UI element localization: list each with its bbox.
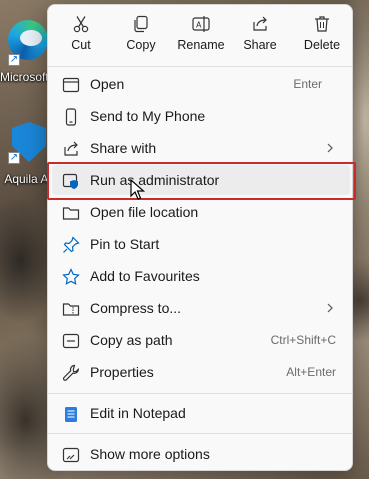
- trash-icon: [315, 16, 329, 32]
- copy-button[interactable]: Copy: [115, 11, 167, 61]
- menu-item-label: Show more options: [90, 446, 210, 462]
- context-menu-toolbar: Cut Copy A Rename Share Delete: [48, 5, 352, 61]
- menu-item-label: Open: [90, 76, 125, 92]
- menu-item-properties[interactable]: Properties Alt+Enter: [52, 357, 350, 387]
- menu-item-shortcut: Ctrl+Shift+C: [270, 333, 336, 347]
- scissors-icon: [73, 16, 89, 33]
- menu-item-label: Properties: [90, 364, 154, 380]
- copy-icon: [134, 15, 148, 33]
- open-icon: [62, 77, 80, 93]
- divider: [48, 433, 352, 434]
- pin-icon: [63, 236, 80, 253]
- menu-item-share-with[interactable]: Share with: [52, 133, 350, 163]
- delete-label: Delete: [303, 38, 341, 52]
- mouse-cursor-icon: [130, 179, 146, 200]
- share-label: Share: [243, 38, 277, 52]
- divider: [48, 66, 352, 67]
- share-with-icon: [64, 141, 78, 156]
- delete-button[interactable]: Delete: [296, 11, 348, 61]
- menu-item-show-more-options[interactable]: Show more options: [52, 439, 350, 469]
- chevron-right-icon: [327, 143, 333, 153]
- more-options-icon: [62, 447, 80, 463]
- chevron-right-icon: [327, 303, 333, 313]
- menu-item-label: Add to Favourites: [90, 268, 200, 284]
- menu-item-label: Pin to Start: [90, 236, 160, 252]
- menu-item-send-to-phone[interactable]: Send to My Phone: [52, 101, 350, 131]
- menu-item-open-file-location[interactable]: Open file location: [52, 197, 350, 227]
- cut-button[interactable]: Cut: [55, 11, 107, 61]
- wrench-icon: [62, 364, 79, 381]
- divider: [48, 393, 352, 394]
- rename-button[interactable]: A Rename: [175, 11, 227, 61]
- cut-label: Cut: [71, 38, 91, 52]
- share-button[interactable]: Share: [234, 11, 286, 61]
- context-menu: Cut Copy A Rename Share Delete Open Ente…: [47, 4, 353, 471]
- share-icon: [253, 16, 267, 31]
- svg-text:A: A: [196, 21, 202, 30]
- menu-item-label: Compress to...: [90, 300, 182, 316]
- phone-icon: [65, 108, 77, 126]
- star-icon: [62, 268, 80, 285]
- highlight-box: [47, 162, 356, 200]
- menu-item-label: Copy as path: [90, 332, 173, 348]
- zip-folder-icon: [62, 303, 80, 316]
- menu-item-copy-as-path[interactable]: Copy as path Ctrl+Shift+C: [52, 325, 350, 355]
- shortcut-arrow-icon: ↗: [8, 54, 20, 66]
- menu-item-add-to-favourites[interactable]: Add to Favourites: [52, 261, 350, 291]
- menu-item-label: Open file location: [90, 204, 199, 220]
- menu-item-label: Share with: [90, 140, 157, 156]
- folder-icon: [62, 207, 80, 220]
- menu-item-edit-in-notepad[interactable]: Edit in Notepad: [52, 398, 350, 428]
- notepad-icon: [65, 407, 77, 422]
- copy-path-icon: [62, 333, 80, 349]
- menu-item-shortcut: Alt+Enter: [286, 365, 336, 379]
- rename-label: Rename: [177, 38, 225, 52]
- menu-item-label: Edit in Notepad: [90, 405, 186, 421]
- rename-icon: A: [192, 16, 210, 32]
- menu-item-shortcut: Enter: [293, 77, 322, 91]
- copy-label: Copy: [126, 38, 156, 52]
- shortcut-arrow-icon: ↗: [8, 152, 20, 164]
- menu-item-label: Send to My Phone: [90, 108, 206, 124]
- menu-item-pin-to-start[interactable]: Pin to Start: [52, 229, 350, 259]
- menu-item-compress-to[interactable]: Compress to...: [52, 293, 350, 323]
- menu-item-open[interactable]: Open Enter: [52, 69, 350, 99]
